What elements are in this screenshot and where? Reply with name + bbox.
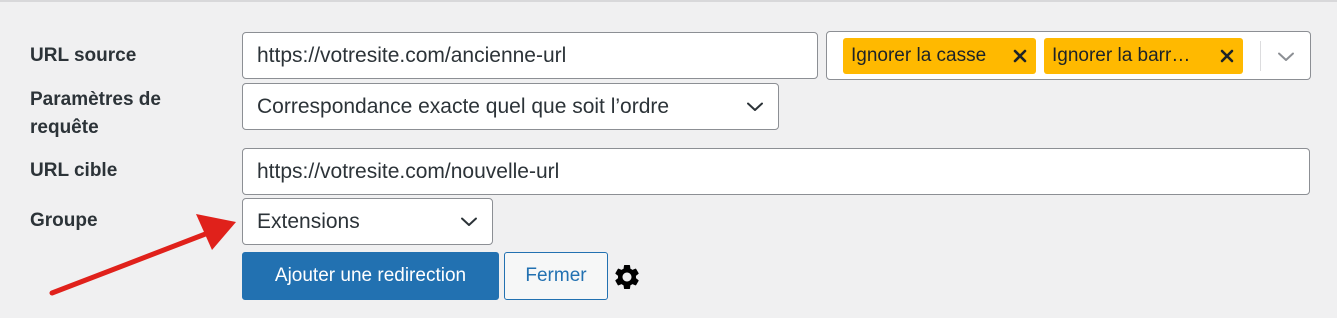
tag-ignore-slash: Ignorer la barr…: [1044, 38, 1243, 74]
remove-tag-icon[interactable]: [1219, 48, 1235, 64]
target-url-input[interactable]: https://votresite.com/nouvelle-url: [242, 148, 1310, 195]
add-redirect-button[interactable]: Ajouter une redirection: [242, 252, 499, 300]
query-params-selected: Correspondance exacte quel que soit l’or…: [257, 94, 670, 118]
query-params-label: Paramètres de requête: [30, 86, 161, 142]
group-select[interactable]: Extensions: [242, 198, 493, 245]
close-button[interactable]: Fermer: [504, 252, 608, 300]
remove-tag-icon[interactable]: [1012, 48, 1028, 64]
tag-ignore-case-label: Ignorer la casse: [851, 45, 987, 66]
chevron-down-icon: [747, 102, 763, 111]
gear-icon[interactable]: [612, 262, 642, 292]
source-url-label: URL source: [30, 45, 137, 66]
group-label: Groupe: [30, 210, 98, 231]
source-options-select[interactable]: Ignorer la casse Ignorer la barr…: [826, 31, 1311, 80]
target-url-label: URL cible: [30, 160, 118, 181]
query-params-select[interactable]: Correspondance exacte quel que soit l’or…: [242, 83, 779, 130]
group-selected: Extensions: [257, 209, 360, 233]
tags-separator: [1260, 41, 1261, 71]
query-params-label-line1: Paramètres de: [30, 89, 161, 110]
source-url-input[interactable]: https://votresite.com/ancienne-url: [242, 32, 818, 79]
source-url-value: https://votresite.com/ancienne-url: [257, 43, 567, 67]
tag-ignore-slash-label: Ignorer la barr…: [1052, 45, 1191, 66]
chevron-down-icon[interactable]: [1277, 52, 1295, 62]
query-params-label-line2: requête: [30, 117, 99, 138]
target-url-value: https://votresite.com/nouvelle-url: [257, 159, 560, 183]
tag-ignore-case: Ignorer la casse: [843, 38, 1036, 74]
top-divider: [0, 0, 1337, 2]
chevron-down-icon: [461, 217, 477, 226]
